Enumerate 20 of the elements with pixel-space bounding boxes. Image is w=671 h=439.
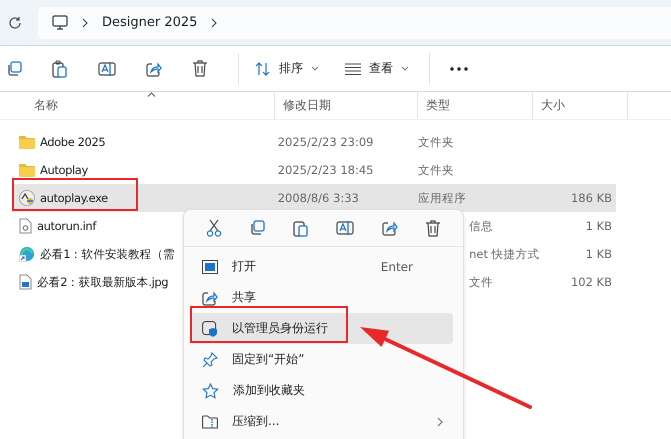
file-name: 必看1：软件安装教程（需: [40, 246, 175, 262]
file-name: autoplay.exe: [40, 191, 108, 205]
file-name: Autoplay: [40, 163, 88, 177]
file-size: 1 KB: [584, 247, 613, 261]
modified-date: 2025/2/23 18:45: [276, 163, 374, 177]
file-type: net 快捷方式: [469, 246, 541, 262]
file-size: 102 KB: [570, 275, 613, 289]
file-size: 186 KB: [570, 191, 614, 205]
file-type: 文件: [469, 274, 494, 290]
shortcut-label: Enter: [380, 260, 413, 274]
file-type: 文件夹: [416, 134, 455, 150]
file-name: 必看2：获取最新版本.jpg: [37, 274, 168, 290]
file-type: 文件夹: [416, 162, 455, 178]
file-name: Adobe 2025: [40, 135, 106, 149]
modified-date: 2008/8/6 3:33: [276, 191, 360, 205]
file-type: 信息: [469, 218, 494, 234]
file-size: 1 KB: [584, 219, 613, 233]
modified-date: 2025/2/23 23:09: [276, 135, 374, 149]
file-type: 应用程序: [416, 190, 467, 206]
file-name: autorun.inf: [37, 219, 96, 233]
